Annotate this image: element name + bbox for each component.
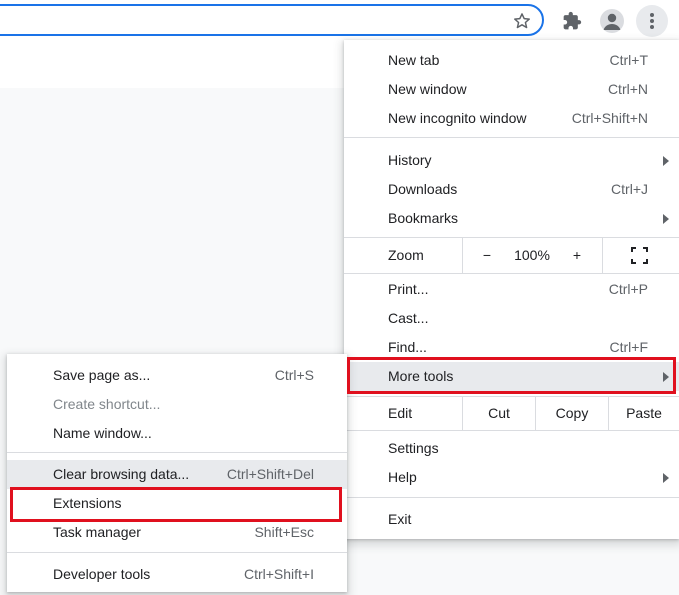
zoom-level-value: 100%: [514, 247, 550, 263]
menu-separator: [7, 452, 347, 453]
account-icon[interactable]: [600, 9, 624, 33]
menu-separator: [7, 552, 347, 553]
menu-item-downloads[interactable]: Downloads Ctrl+J: [344, 175, 679, 204]
menu-item-label: Find...: [388, 339, 427, 355]
menu-separator: [344, 497, 679, 498]
menu-item-shortcut: Ctrl+T: [609, 52, 649, 68]
menu-row-edit: Edit Cut Copy Paste: [344, 397, 679, 430]
menu-item-label: Help: [388, 469, 417, 485]
copy-button[interactable]: Copy: [536, 397, 608, 430]
menu-item-shortcut: Ctrl+N: [607, 81, 648, 97]
menu-item-label: Name window...: [53, 425, 152, 441]
menu-item-clear-browsing-data[interactable]: Clear browsing data... Ctrl+Shift+Del: [7, 460, 347, 489]
menu-item-label: New incognito window: [388, 110, 527, 126]
menu-separator: [344, 273, 679, 274]
menu-item-shortcut: Shift+Esc: [254, 524, 314, 540]
more-vert-icon[interactable]: [636, 5, 668, 37]
star-icon[interactable]: [512, 11, 532, 31]
zoom-divider: [462, 238, 463, 273]
browser-toolbar: [0, 0, 679, 42]
submenu-arrow-icon: [663, 214, 669, 224]
puzzle-icon[interactable]: [562, 11, 582, 31]
menu-item-label: Create shortcut...: [53, 396, 161, 412]
menu-item-print[interactable]: Print... Ctrl+P: [344, 275, 679, 304]
zoom-label: Zoom: [388, 247, 424, 263]
menu-separator: [344, 430, 679, 431]
annotation-box-more-tools: [347, 357, 676, 394]
submenu-arrow-icon: [663, 473, 669, 483]
menu-item-label: Cast...: [388, 310, 429, 326]
menu-item-bookmarks[interactable]: Bookmarks: [344, 204, 679, 233]
menu-item-shortcut: Ctrl+Shift+I: [243, 566, 314, 582]
menu-item-shortcut: Ctrl+S: [274, 367, 314, 383]
menu-item-developer-tools[interactable]: Developer tools Ctrl+Shift+I: [7, 560, 347, 589]
menu-item-label: Exit: [388, 511, 412, 527]
zoom-out-button[interactable]: −: [472, 238, 502, 273]
menu-item-name-window[interactable]: Name window...: [7, 419, 347, 448]
menu-item-help[interactable]: Help: [344, 463, 679, 492]
fullscreen-icon[interactable]: [631, 247, 648, 264]
menu-row-zoom: Zoom − 100% +: [344, 238, 679, 273]
menu-item-new-incognito-window[interactable]: New incognito window Ctrl+Shift+N: [344, 104, 679, 133]
chrome-main-menu: New tab Ctrl+T New window Ctrl+N New inc…: [344, 40, 679, 539]
menu-item-task-manager[interactable]: Task manager Shift+Esc: [7, 518, 347, 547]
menu-item-label: Downloads: [388, 181, 458, 197]
menu-item-settings[interactable]: Settings: [344, 434, 679, 463]
menu-item-label: Developer tools: [53, 566, 151, 582]
menu-item-cast[interactable]: Cast...: [344, 304, 679, 333]
menu-item-exit[interactable]: Exit: [344, 505, 679, 534]
menu-item-label: Task manager: [53, 524, 141, 540]
menu-item-label: New window: [388, 81, 467, 97]
menu-item-label: New tab: [388, 52, 440, 68]
address-bar[interactable]: [0, 4, 544, 36]
menu-separator: [344, 137, 679, 138]
menu-item-save-page-as[interactable]: Save page as... Ctrl+S: [7, 361, 347, 390]
menu-item-new-window[interactable]: New window Ctrl+N: [344, 75, 679, 104]
more-tools-submenu: Save page as... Ctrl+S Create shortcut..…: [7, 354, 347, 592]
zoom-divider: [602, 238, 603, 273]
menu-item-label: Clear browsing data...: [53, 466, 190, 482]
cut-button[interactable]: Cut: [463, 397, 535, 430]
zoom-in-button[interactable]: +: [562, 238, 592, 273]
menu-item-label: Bookmarks: [388, 210, 459, 226]
menu-item-shortcut: Ctrl+J: [611, 181, 648, 197]
menu-item-shortcut: Ctrl+P: [608, 281, 648, 297]
menu-item-shortcut: Ctrl+Shift+N: [571, 110, 648, 126]
menu-item-label: Print...: [388, 281, 429, 297]
menu-item-shortcut: Ctrl+Shift+Del: [226, 466, 314, 482]
menu-item-create-shortcut[interactable]: Create shortcut...: [7, 390, 347, 419]
menu-item-label: Settings: [388, 440, 439, 456]
submenu-arrow-icon: [663, 156, 669, 166]
edit-label: Edit: [388, 405, 413, 421]
annotation-box-extensions: [10, 487, 342, 522]
paste-button[interactable]: Paste: [609, 397, 679, 430]
menu-item-history[interactable]: History: [344, 146, 679, 175]
menu-item-label: History: [388, 152, 432, 168]
menu-item-new-tab[interactable]: New tab Ctrl+T: [344, 46, 679, 75]
menu-item-shortcut: Ctrl+F: [609, 339, 649, 355]
menu-item-label: Save page as...: [53, 367, 151, 383]
